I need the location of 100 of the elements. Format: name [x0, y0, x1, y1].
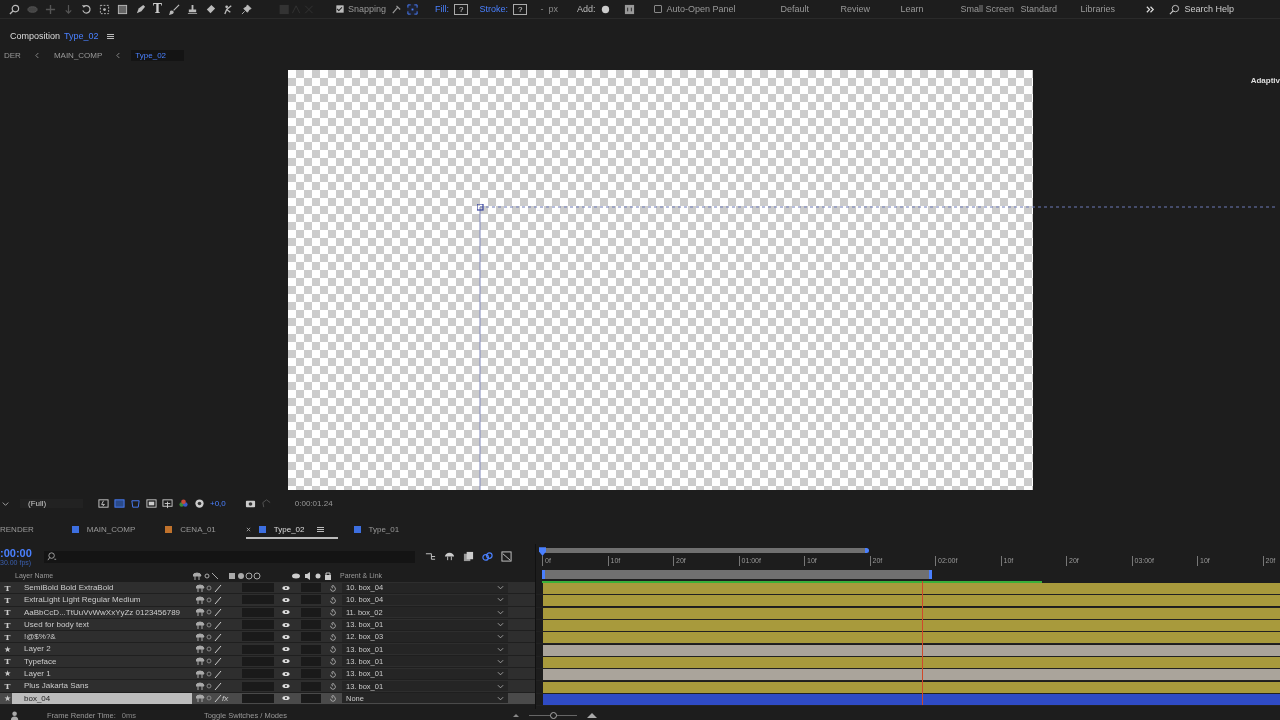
panel-menu-icon[interactable] [316, 526, 324, 532]
timecode[interactable]: 0:00:01.24 [290, 499, 337, 508]
composition-name[interactable]: Type_02 [64, 31, 99, 41]
layer-duration-bar[interactable] [543, 595, 1280, 607]
timeline-tab[interactable]: Type_02 [245, 521, 338, 539]
search-help-field[interactable]: Search Help [1169, 3, 1237, 15]
workspace-item[interactable]: Default [780, 4, 841, 14]
layer-switches-icons-drawing[interactable] [196, 608, 222, 617]
eye-icon[interactable] [282, 658, 290, 665]
motion-blur-icon[interactable] [482, 551, 493, 562]
layer-search-field[interactable] [44, 550, 415, 563]
graph-editor-icon[interactable] [501, 551, 512, 562]
layer-name[interactable]: Layer 2 [12, 643, 192, 655]
layer-switches-icons-drawing[interactable] [196, 632, 222, 641]
layer-switches-icons-drawing[interactable] [196, 595, 222, 604]
region-of-interest-icon[interactable] [146, 498, 157, 509]
eye-icon[interactable] [282, 670, 290, 677]
workspace-item[interactable]: Review [840, 4, 901, 14]
slider-thumb[interactable] [549, 711, 557, 719]
pen-icon[interactable] [135, 3, 146, 15]
stroke-width[interactable]: - [540, 4, 544, 14]
eye-icon[interactable] [282, 695, 290, 702]
layer-name[interactable]: Layer 1 [12, 668, 192, 680]
panel-menu-icon[interactable] [106, 33, 114, 39]
puppet-icon[interactable] [222, 3, 234, 15]
layer-name[interactable]: Used for body text [12, 618, 192, 631]
type-tool[interactable]: T [153, 2, 162, 16]
eye-icon[interactable] [282, 584, 290, 591]
timeline-tab[interactable]: MAIN_COMP [71, 521, 150, 539]
workspace-item[interactable]: Small Screen [960, 4, 1021, 14]
panel-icon[interactable] [624, 3, 636, 15]
breadcrumb-item[interactable]: DER [0, 49, 25, 61]
color-channels-icon[interactable] [178, 498, 189, 509]
layer-duration-bar[interactable] [543, 632, 1280, 644]
eye-icon[interactable] [282, 633, 290, 640]
workspace-item[interactable]: Learn [900, 4, 961, 14]
camera-icon[interactable] [244, 498, 256, 509]
double-chevron-icon[interactable] [1145, 3, 1157, 15]
layer-name[interactable]: AaBbCcD...TtUuVvWwXxYyZz 0123456789 [12, 606, 192, 618]
layer-duration-bar[interactable] [543, 669, 1280, 681]
add-label[interactable]: Add: [576, 4, 596, 14]
rotate-icon[interactable] [81, 3, 92, 15]
exposure-value[interactable]: +0,0 [210, 499, 226, 508]
fill-swatch[interactable]: ? [454, 3, 469, 15]
eye-icon[interactable] [282, 609, 290, 616]
layer-name[interactable]: !@$%?& [12, 631, 192, 643]
add-dot-icon[interactable] [600, 3, 612, 15]
time-navigator-bar[interactable] [542, 547, 869, 553]
stroke-swatch[interactable]: ? [512, 3, 528, 15]
zoom-out-icon[interactable] [512, 713, 519, 717]
search-icon[interactable] [9, 3, 20, 15]
layer-switches-icons-drawing[interactable] [196, 620, 222, 629]
layer-name[interactable]: Typeface [12, 655, 192, 668]
eraser-icon[interactable] [204, 3, 216, 15]
snap-edge-icon[interactable] [391, 3, 402, 15]
snapping-checkbox[interactable] [335, 5, 344, 13]
auto-open-panel-checkbox[interactable] [654, 5, 663, 13]
current-time[interactable]: :00:00 [0, 547, 44, 559]
eye-icon[interactable] [282, 621, 290, 628]
effect-switch[interactable]: fx [222, 693, 234, 703]
layer-switches-icons-drawing[interactable] [196, 657, 222, 666]
eye-icon[interactable] [282, 646, 290, 653]
timeline-tab[interactable]: RENDER [0, 521, 48, 539]
layer-switches-icons-drawing[interactable] [196, 583, 222, 592]
layer-name[interactable]: SemiBold Bold ExtraBold [12, 582, 192, 594]
checkbox-label[interactable]: Auto-Open Panel [666, 4, 736, 14]
workspace-item[interactable]: Standard [1020, 4, 1081, 14]
workspace-item[interactable]: Libraries [1080, 4, 1141, 14]
zoom-in-icon[interactable] [586, 712, 597, 718]
layer-name[interactable]: Plus Jakarta Sans [12, 680, 192, 692]
layer-name[interactable]: ExtraLight Light Regular Medium [12, 594, 192, 606]
anchor-tool-icon[interactable] [99, 3, 110, 15]
timeline-tab[interactable]: CENA_01 [165, 521, 230, 539]
layer-switches-icons-drawing[interactable] [196, 645, 222, 654]
layer-duration-bar[interactable] [543, 681, 1280, 693]
layer-name[interactable]: box_04 [12, 692, 192, 704]
composition-flowchart-icon[interactable] [425, 551, 436, 562]
layer-switches-icons-drawing[interactable] [196, 682, 222, 690]
exposure-icon[interactable] [194, 498, 205, 509]
layer-duration-bar[interactable] [543, 607, 1280, 619]
snap-features-icon[interactable] [407, 3, 418, 15]
guides-options-icon[interactable] [162, 498, 173, 509]
layer-duration-bar[interactable] [543, 644, 1280, 656]
rectangle-tool-icon[interactable] [117, 3, 128, 15]
layer-duration-bar[interactable] [543, 583, 1280, 595]
checkbox-label[interactable]: Snapping [347, 4, 386, 14]
layer-duration-bar[interactable] [543, 656, 1280, 668]
shy-layers-icon[interactable] [444, 551, 455, 562]
breadcrumb-item[interactable]: MAIN_COMP [49, 49, 107, 61]
timeline-tab[interactable]: Type_01 [353, 521, 414, 539]
layer-switches-icons-drawing[interactable] [196, 694, 222, 703]
stamp-icon[interactable] [186, 3, 198, 15]
eye-icon[interactable] [282, 683, 290, 689]
brush-icon[interactable] [168, 3, 180, 15]
eye-icon[interactable] [282, 596, 290, 603]
mask-path-icon[interactable] [130, 498, 141, 509]
breadcrumb-item[interactable]: Type_02 [131, 49, 185, 61]
fast-preview-icon[interactable] [98, 498, 109, 509]
layer-duration-bar[interactable] [543, 620, 1280, 632]
layer-switches-icons-drawing[interactable] [196, 669, 222, 678]
